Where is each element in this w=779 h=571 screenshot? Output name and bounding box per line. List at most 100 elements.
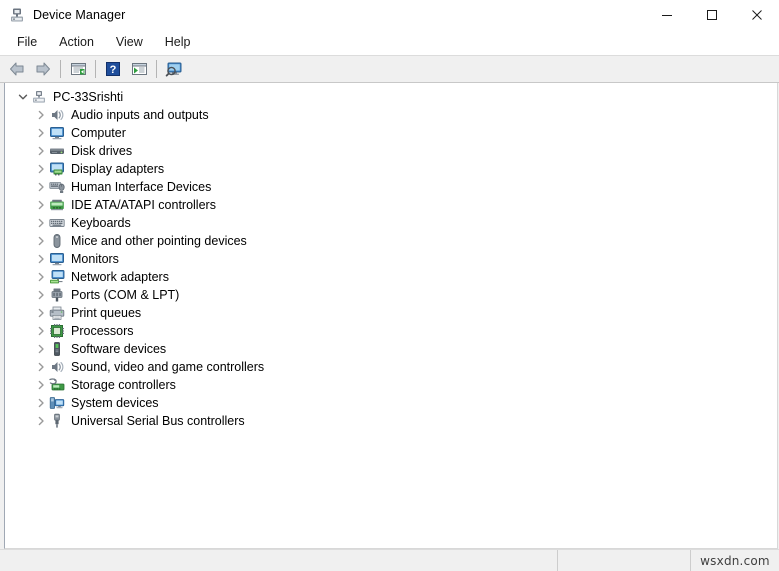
tree-node-computer[interactable]: Computer xyxy=(5,124,777,142)
chevron-right-icon[interactable] xyxy=(32,250,49,268)
device-tree: PC-33Srishti Audio inputs and outputs Co… xyxy=(5,83,777,430)
tree-node-monitors[interactable]: Monitors xyxy=(5,250,777,268)
tree-node-label: Human Interface Devices xyxy=(71,180,212,194)
tree-node-label: IDE ATA/ATAPI controllers xyxy=(71,198,216,212)
chevron-right-icon[interactable] xyxy=(32,268,49,286)
window-title: Device Manager xyxy=(33,8,126,22)
device-manager-window: Device Manager File Action View Help ? P… xyxy=(0,0,779,571)
chevron-right-icon[interactable] xyxy=(32,358,49,376)
menu-file[interactable]: File xyxy=(6,33,48,53)
tree-node-label: Storage controllers xyxy=(71,378,176,392)
mouse-icon xyxy=(49,233,65,249)
help-button[interactable]: ? xyxy=(100,57,126,81)
chevron-right-icon[interactable] xyxy=(32,106,49,124)
tree-node-mice-and-other-pointing-devices[interactable]: Mice and other pointing devices xyxy=(5,232,777,250)
menu-action[interactable]: Action xyxy=(48,33,105,53)
tree-node-software-devices[interactable]: Software devices xyxy=(5,340,777,358)
keyboard-icon xyxy=(49,215,65,231)
chevron-right-icon[interactable] xyxy=(32,232,49,250)
menu-help[interactable]: Help xyxy=(154,33,202,53)
chevron-right-icon[interactable] xyxy=(32,124,49,142)
speaker-icon xyxy=(49,359,65,375)
tree-node-label: Audio inputs and outputs xyxy=(71,108,209,122)
chevron-down-icon[interactable] xyxy=(14,88,31,106)
properties-button[interactable] xyxy=(65,57,91,81)
tree-node-label: Network adapters xyxy=(71,270,169,284)
computer-node-icon xyxy=(31,89,47,105)
chevron-right-icon[interactable] xyxy=(32,412,49,430)
chevron-right-icon[interactable] xyxy=(32,178,49,196)
hid-icon xyxy=(49,179,65,195)
system-device-icon xyxy=(49,395,65,411)
tree-node-processors[interactable]: Processors xyxy=(5,322,777,340)
monitor-icon xyxy=(49,251,65,267)
tree-node-disk-drives[interactable]: Disk drives xyxy=(5,142,777,160)
tree-node-ports-com-and-lpt[interactable]: Ports (COM & LPT) xyxy=(5,286,777,304)
chevron-right-icon[interactable] xyxy=(32,286,49,304)
chevron-right-icon[interactable] xyxy=(32,340,49,358)
back-button[interactable] xyxy=(4,57,30,81)
software-device-icon xyxy=(49,341,65,357)
tree-node-label: System devices xyxy=(71,396,159,410)
separator-2 xyxy=(95,60,96,78)
separator-3 xyxy=(156,60,157,78)
tree-node-human-interface-devices[interactable]: Human Interface Devices xyxy=(5,178,777,196)
usb-icon xyxy=(49,413,65,429)
chevron-right-icon[interactable] xyxy=(32,376,49,394)
chevron-right-icon[interactable] xyxy=(32,214,49,232)
chevron-right-icon[interactable] xyxy=(32,322,49,340)
status-bar-mid-panel xyxy=(557,550,690,571)
tree-node-label: Sound, video and game controllers xyxy=(71,360,265,374)
tree-node-label: Print queues xyxy=(71,306,142,320)
device-manager-icon xyxy=(9,7,25,23)
tree-node-sound-video-and-game-controllers[interactable]: Sound, video and game controllers xyxy=(5,358,777,376)
status-bar: wsxdn.com xyxy=(0,549,779,571)
display-adapter-icon xyxy=(49,161,65,177)
tree-node-label: Ports (COM & LPT) xyxy=(71,288,180,302)
scan-hardware-changes-button[interactable] xyxy=(161,57,187,81)
chevron-right-icon[interactable] xyxy=(32,196,49,214)
chevron-right-icon[interactable] xyxy=(32,142,49,160)
watermark-text: wsxdn.com xyxy=(700,553,770,568)
port-connector-icon xyxy=(49,287,65,303)
tree-node-print-queues[interactable]: Print queues xyxy=(5,304,777,322)
chevron-right-icon[interactable] xyxy=(32,394,49,412)
chevron-right-icon[interactable] xyxy=(32,304,49,322)
toolbar: ? xyxy=(0,55,779,83)
tree-node-label: Display adapters xyxy=(71,162,165,176)
tree-node-label: Universal Serial Bus controllers xyxy=(71,414,245,428)
tree-node-label: Disk drives xyxy=(71,144,133,158)
tree-node-universal-serial-bus-controllers[interactable]: Universal Serial Bus controllers xyxy=(5,412,777,430)
chevron-right-icon[interactable] xyxy=(32,160,49,178)
title-bar-left: Device Manager xyxy=(0,7,125,23)
maximize-button[interactable] xyxy=(689,0,734,30)
tree-node-network-adapters[interactable]: Network adapters xyxy=(5,268,777,286)
tree-node-label: Keyboards xyxy=(71,216,131,230)
tree-root-node[interactable]: PC-33Srishti xyxy=(5,88,777,106)
device-tree-pane[interactable]: PC-33Srishti Audio inputs and outputs Co… xyxy=(4,83,778,549)
separator-1 xyxy=(60,60,61,78)
tree-node-system-devices[interactable]: System devices xyxy=(5,394,777,412)
tree-node-ide-ata-atapi-controllers[interactable]: IDE ATA/ATAPI controllers xyxy=(5,196,777,214)
show-hidden-devices-button[interactable] xyxy=(126,57,152,81)
minimize-button[interactable] xyxy=(644,0,689,30)
tree-node-audio-inputs-and-outputs[interactable]: Audio inputs and outputs xyxy=(5,106,777,124)
tree-root-label: PC-33Srishti xyxy=(53,90,124,104)
svg-text:?: ? xyxy=(110,64,117,76)
tree-node-storage-controllers[interactable]: Storage controllers xyxy=(5,376,777,394)
network-adapter-icon xyxy=(49,269,65,285)
tree-node-keyboards[interactable]: Keyboards xyxy=(5,214,777,232)
menu-view[interactable]: View xyxy=(105,33,154,53)
forward-button[interactable] xyxy=(30,57,56,81)
ide-controller-icon xyxy=(49,197,65,213)
close-button[interactable] xyxy=(734,0,779,30)
monitor-icon xyxy=(49,125,65,141)
status-bar-right-panel: wsxdn.com xyxy=(690,550,779,571)
tree-node-display-adapters[interactable]: Display adapters xyxy=(5,160,777,178)
menu-bar: File Action View Help xyxy=(0,31,779,55)
disk-drive-icon xyxy=(49,143,65,159)
printer-icon xyxy=(49,305,65,321)
processor-chip-icon xyxy=(49,323,65,339)
content-area: PC-33Srishti Audio inputs and outputs Co… xyxy=(0,83,779,549)
tree-node-label: Processors xyxy=(71,324,134,338)
